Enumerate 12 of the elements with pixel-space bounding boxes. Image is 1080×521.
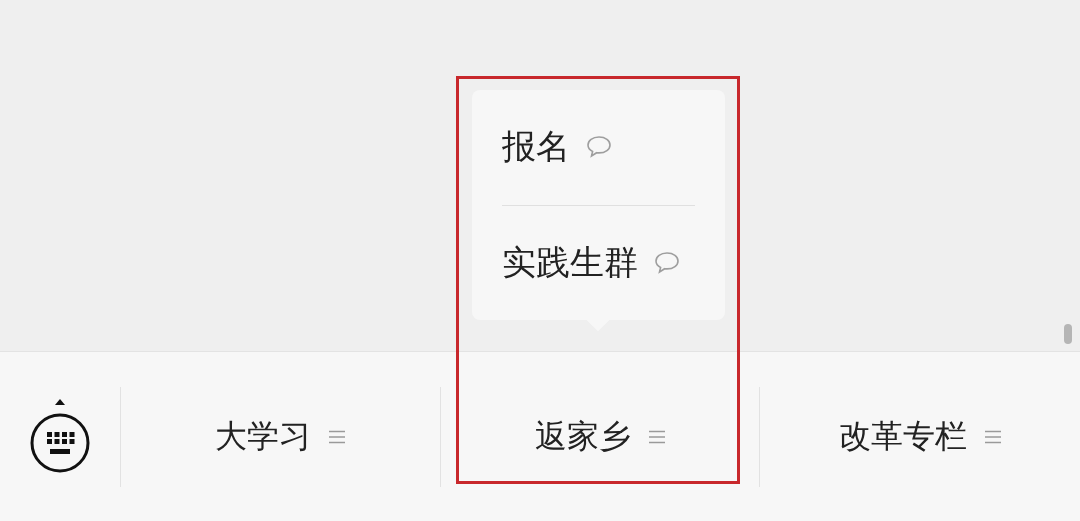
menu-button[interactable]: 返家乡 (440, 386, 761, 487)
chat-bubble-icon (654, 250, 680, 275)
scrollbar (1064, 324, 1072, 344)
menu-icon (648, 429, 665, 444)
menu-button[interactable]: 改革专栏 (760, 386, 1080, 487)
keyboard-icon[interactable] (28, 398, 91, 475)
menu-icon (985, 429, 1002, 444)
submenu-item[interactable]: 报名 (502, 90, 695, 205)
menu-button[interactable]: 大学习 (120, 386, 441, 487)
menu-icon (329, 429, 346, 444)
submenu-item[interactable]: 实践生群 (502, 205, 695, 320)
chat-bubble-icon (586, 135, 612, 160)
